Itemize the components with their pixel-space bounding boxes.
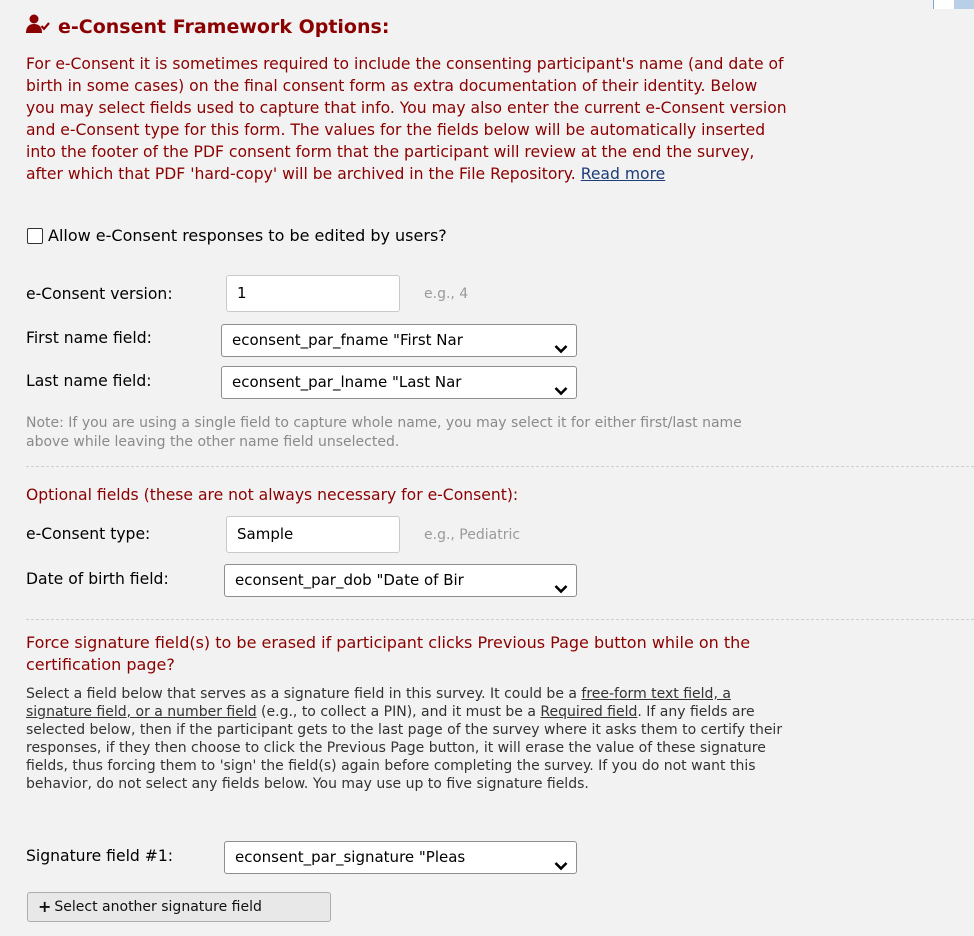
name-note-line: above while leaving the other name field… [26,434,400,450]
first-name-select[interactable]: econsent_par_fname "First Nar [221,324,577,357]
force-desc-line: Select a field below that serves as a si… [26,685,974,703]
allow-edit-row: Allow e-Consent responses to be edited b… [27,226,447,245]
econsent-type-label: e-Consent type: [26,525,151,543]
intro-line: into the footer of the PDF consent form … [26,143,755,161]
intro-line: after which that PDF 'hard-copy' will be… [26,163,974,185]
signature-field-label: Signature field #1: [26,847,174,865]
force-desc-text: . If any fields are [637,704,755,720]
add-signature-field-label: Select another signature field [54,899,262,915]
econsent-options-panel: e-Consent Framework Options: For e-Conse… [0,0,974,936]
chevron-down-icon [554,574,568,596]
required-field-link[interactable]: Required field [540,704,637,720]
version-label: e-Consent version: [26,285,173,303]
intro-line: you may select fields used to capture th… [26,99,787,117]
version-example: e.g., 4 [424,286,469,302]
intro-text: For e-Consent it is sometimes required t… [26,53,974,185]
intro-line: birth in some cases) on the final consen… [26,77,758,95]
read-more-link[interactable]: Read more [581,165,666,183]
force-desc-text: (e.g., to collect a PIN), and it must be… [256,704,541,720]
intro-line: and e-Consent type for this form. The va… [26,121,766,139]
field-types-link[interactable]: free-form text field, a [581,686,731,702]
plus-icon: + [38,897,52,916]
section-title-text: e-Consent Framework Options: [58,15,390,38]
add-signature-field-button[interactable]: + Select another signature field [27,892,331,922]
force-desc-line: selected below, then if the participant … [26,722,783,738]
dob-selected-value: econsent_par_dob "Date of Bir [235,571,464,589]
section-divider [26,619,974,620]
field-types-link[interactable]: signature field, or a number field [26,704,257,720]
force-desc-line: responses, if they then choose to click … [26,740,766,756]
signature-selected-value: econsent_par_signature "Pleas [235,848,466,866]
name-note: Note: If you are using a single field to… [26,414,956,452]
section-divider [26,466,974,467]
econsent-type-example: e.g., Pediatric [424,527,521,543]
force-desc-line: signature field, or a number field (e.g.… [26,703,974,721]
chevron-down-icon [554,376,568,398]
name-note-line: Note: If you are using a single field to… [26,415,742,431]
force-desc-line: fields, thus forcing them to 'sign' the … [26,758,756,774]
force-signature-description: Select a field below that serves as a si… [26,685,974,793]
optional-fields-title: Optional fields (these are not always ne… [26,486,519,504]
user-check-icon [26,14,58,39]
force-title-line: certification page? [26,655,175,674]
chevron-down-icon [554,334,568,356]
force-desc-line: behavior, do not select any fields below… [26,776,589,792]
signature-field-select[interactable]: econsent_par_signature "Pleas [224,841,577,874]
last-name-label: Last name field: [26,372,152,390]
allow-edit-checkbox[interactable] [27,227,43,244]
first-name-selected-value: econsent_par_fname "First Nar [232,331,463,349]
last-name-select[interactable]: econsent_par_lname "Last Nar [221,366,577,399]
first-name-label: First name field: [26,329,152,347]
corner-decoration [933,0,974,9]
force-signature-title: Force signature field(s) to be erased if… [26,632,966,676]
chevron-down-icon [554,851,568,873]
force-title-line: Force signature field(s) to be erased if… [26,633,751,652]
section-title: e-Consent Framework Options: [26,14,389,39]
allow-edit-label: Allow e-Consent responses to be edited b… [48,226,447,245]
intro-line: For e-Consent it is sometimes required t… [26,55,784,73]
version-input[interactable]: 1 [226,275,400,312]
dob-select[interactable]: econsent_par_dob "Date of Bir [224,564,577,597]
force-desc-text: Select a field below that serves as a si… [26,686,582,702]
econsent-type-input[interactable]: Sample [226,516,400,553]
last-name-selected-value: econsent_par_lname "Last Nar [232,373,462,391]
intro-last-text: after which that PDF 'hard-copy' will be… [26,165,576,183]
dob-label: Date of birth field: [26,570,169,588]
